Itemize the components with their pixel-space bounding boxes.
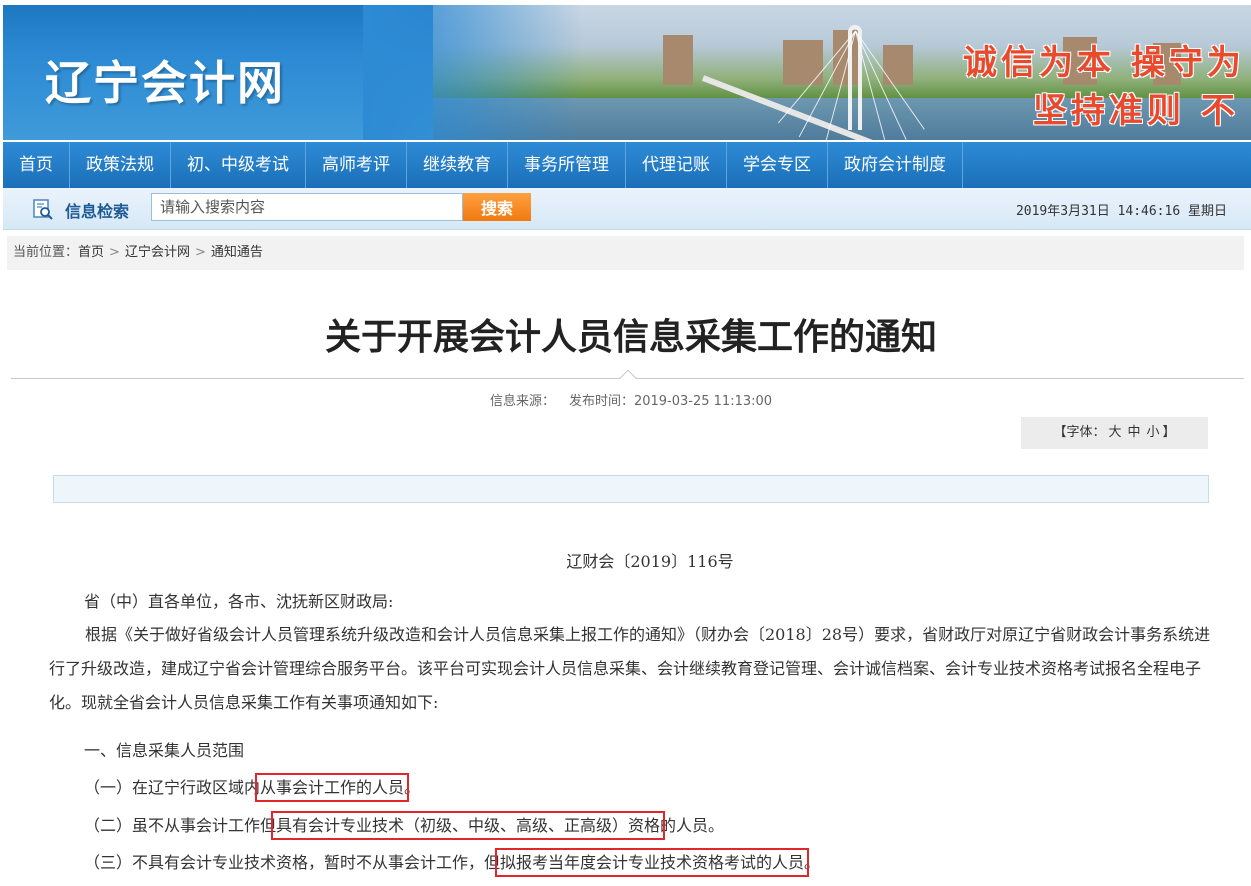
scope-item-1-prefix: （一）在辽宁行政区域内 <box>84 778 261 797</box>
font-size-selector: 【字体：大中小】 <box>1021 417 1208 449</box>
breadcrumb-site[interactable]: 辽宁会计网 <box>125 245 190 260</box>
font-size-open: 【字体： <box>1053 425 1106 440</box>
title-divider-notch <box>619 369 637 387</box>
nav-item-bookkeeping[interactable]: 代理记账 <box>626 142 727 188</box>
page: 辽宁会计网 诚信为本 操守为 坚持准则 不 首页 政策法规 初、中级考试 高师考… <box>0 0 1251 886</box>
nav-item-home[interactable]: 首页 <box>3 142 70 188</box>
article-info-box <box>53 475 1209 503</box>
nav-item-society[interactable]: 学会专区 <box>727 142 828 188</box>
search-icon <box>33 199 53 220</box>
search-button[interactable]: 搜索 <box>463 193 531 221</box>
scope-item-1: （一）在辽宁行政区域内从事会计工作的人员。 <box>84 773 421 802</box>
article-meta: 信息来源： 发布时间：2019-03-25 11:13:00 <box>0 390 1251 409</box>
main-nav: 首页 政策法规 初、中级考试 高师考评 继续教育 事务所管理 代理记账 学会专区… <box>3 142 1251 188</box>
scope-item-2: （二）虽不从事会计工作但具有会计专业技术（初级、中级、高级、正高级）资格的人员。 <box>84 811 725 840</box>
breadcrumb-notices[interactable]: 通知通告 <box>211 245 263 260</box>
scope-item-2-highlight: 具有会计专业技术（初级、中级、高级、正高级）资格 <box>271 811 666 840</box>
font-size-large[interactable]: 大 <box>1108 425 1121 440</box>
article-publish-time: 发布时间：2019-03-25 11:13:00 <box>568 394 773 409</box>
scope-item-2-suffix: 的人员。 <box>660 816 725 835</box>
site-logo[interactable]: 辽宁会计网 <box>45 47 285 113</box>
scope-item-3-suffix: 。 <box>804 853 821 872</box>
document-number: 辽财会〔2019〕116号 <box>566 552 734 571</box>
search-bar: 信息检索 搜索 2019年3月31日 14:46:16 星期日 <box>3 188 1251 230</box>
scope-item-1-highlight: 从事会计工作的人员 <box>255 773 410 802</box>
article-source: 信息来源： <box>489 394 555 409</box>
banner-slogan-2: 坚持准则 不 <box>1033 91 1239 131</box>
scope-item-1-suffix: 。 <box>404 778 421 797</box>
site-banner: 辽宁会计网 诚信为本 操守为 坚持准则 不 <box>3 5 1251 140</box>
breadcrumb: 当前位置：首页 > 辽宁会计网 > 通知通告 <box>7 236 1244 270</box>
nav-item-government-accounting[interactable]: 政府会计制度 <box>828 142 963 188</box>
nav-item-junior-exam[interactable]: 初、中级考试 <box>171 142 306 188</box>
scope-item-2-prefix: （二）虽不从事会计工作但 <box>84 816 277 835</box>
font-size-medium[interactable]: 中 <box>1127 425 1140 440</box>
banner-slogan-1: 诚信为本 操守为 <box>963 43 1245 83</box>
breadcrumb-separator: > <box>109 245 120 260</box>
section-heading-1: 一、信息采集人员范围 <box>84 741 245 760</box>
nav-item-continuing-education[interactable]: 继续教育 <box>407 142 508 188</box>
scope-item-3-highlight: 拟报考当年度会计专业技术资格考试的人员 <box>495 848 810 877</box>
breadcrumb-separator: > <box>194 245 206 260</box>
font-size-close: 】 <box>1162 425 1176 440</box>
intro-paragraph: 根据《关于做好省级会计人员管理系统升级改造和会计人员信息采集上报工作的通知》（财… <box>49 625 1211 712</box>
nav-item-senior-review[interactable]: 高师考评 <box>306 142 407 188</box>
breadcrumb-home[interactable]: 首页 <box>78 245 104 260</box>
scope-item-3: （三）不具有会计专业技术资格，暂时不从事会计工作，但拟报考当年度会计专业技术资格… <box>84 848 821 877</box>
font-size-small[interactable]: 小 <box>1147 425 1160 440</box>
salutation: 省（中）直各单位，各市、沈抚新区财政局: <box>84 592 394 611</box>
nav-item-firm-management[interactable]: 事务所管理 <box>508 142 626 188</box>
breadcrumb-prefix: 当前位置： <box>13 245 79 260</box>
scope-item-3-prefix: （三）不具有会计专业技术资格，暂时不从事会计工作，但 <box>84 853 501 872</box>
article-title: 关于开展会计人员信息采集工作的通知 <box>324 317 937 358</box>
search-input[interactable] <box>151 193 463 221</box>
search-label: 信息检索 <box>65 202 130 221</box>
nav-item-policy[interactable]: 政策法规 <box>70 142 171 188</box>
current-datetime: 2019年3月31日 14:46:16 星期日 <box>1015 204 1227 219</box>
